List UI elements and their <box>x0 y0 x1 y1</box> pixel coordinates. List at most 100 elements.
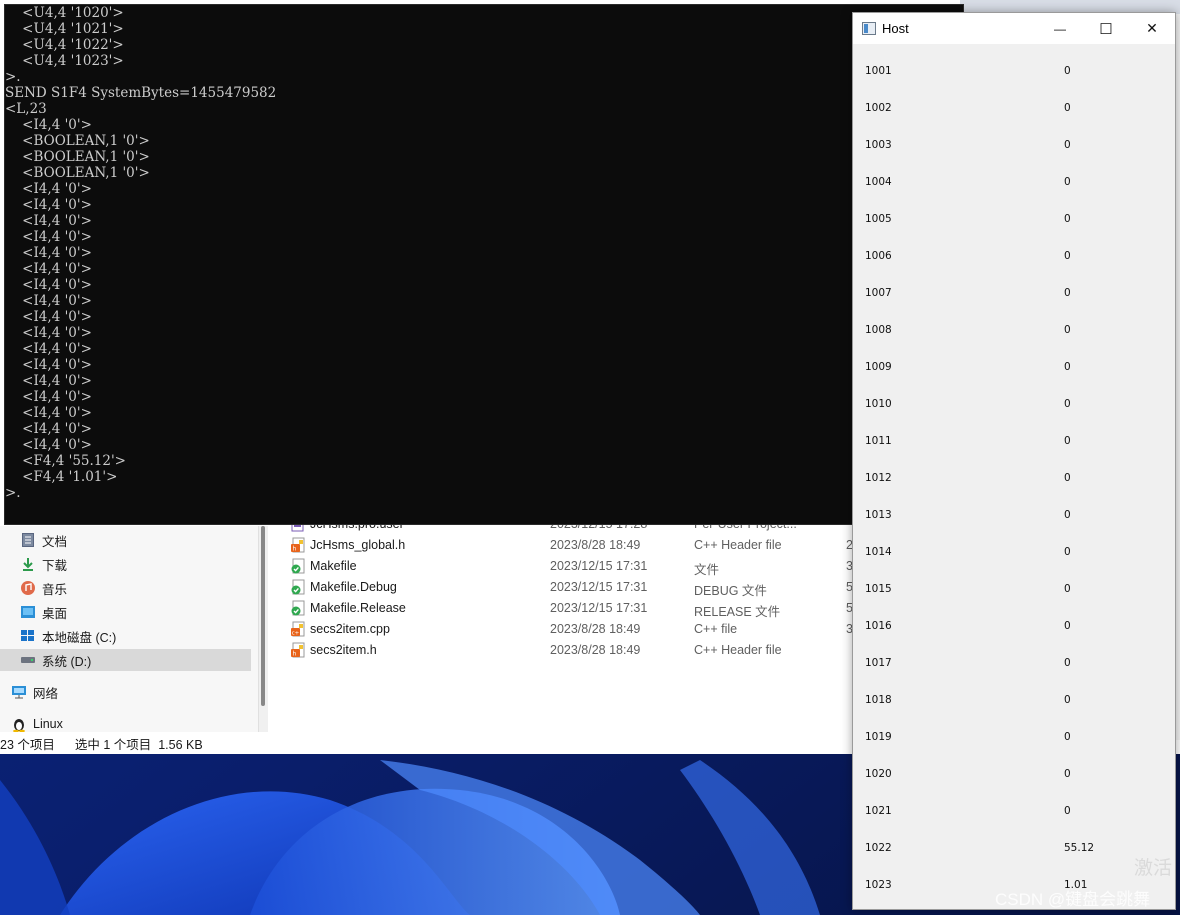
row-id: 1014 <box>865 546 892 558</box>
file-row[interactable]: c+ secs2item.cpp 2023/8/28 18:49 C++ fil… <box>288 619 858 640</box>
host-row: 1009 0 <box>865 361 1165 377</box>
row-id: 1009 <box>865 361 892 373</box>
row-value: 0 <box>1064 250 1071 262</box>
nav-scrollbar-thumb[interactable] <box>261 526 265 706</box>
host-window: Host — ☐ ✕ 1001 0 1002 0 1003 0 1004 0 1005 0 1006… <box>852 12 1176 910</box>
row-id: 1004 <box>865 176 892 188</box>
host-row: 1015 0 <box>865 583 1165 599</box>
host-row: 1010 0 <box>865 398 1165 414</box>
download-icon <box>20 556 36 572</box>
row-id: 1013 <box>865 509 892 521</box>
file-type: C++ file <box>694 622 738 636</box>
host-row: 1020 0 <box>865 768 1165 784</box>
windows-drive-icon <box>20 628 36 644</box>
app-window-icon <box>862 22 876 35</box>
console-line: <F4,4 '55.12'> <box>5 453 126 469</box>
nav-item-desktop[interactable]: 桌面 <box>0 601 251 623</box>
file-type: C++ Header file <box>694 538 782 552</box>
nav-item-drive-d[interactable]: 系统 (D:) <box>0 649 251 671</box>
console-line: <I4,4 '0'> <box>5 309 92 325</box>
svg-text:h: h <box>293 651 297 658</box>
host-row: 1003 0 <box>865 139 1165 155</box>
row-id: 1011 <box>865 435 892 447</box>
console-line: <U4,4 '1023'> <box>5 53 124 69</box>
drive-icon <box>20 652 36 668</box>
row-id: 1018 <box>865 694 892 706</box>
nav-scrollbar[interactable] <box>258 526 268 732</box>
host-row: 1008 0 <box>865 324 1165 340</box>
console-window[interactable]: <U4,4 '1020'> <U4,4 '1021'> <U4,4 '1022'… <box>4 4 964 525</box>
row-value: 0 <box>1064 657 1071 669</box>
row-value: 0 <box>1064 805 1071 817</box>
maximize-icon: ☐ <box>1099 20 1113 38</box>
console-line: <I4,4 '0'> <box>5 229 92 245</box>
console-line: <I4,4 '0'> <box>5 389 92 405</box>
file-name: secs2item.cpp <box>310 622 390 636</box>
nav-label: 音乐 <box>42 582 68 597</box>
console-line: <I4,4 '0'> <box>5 197 92 213</box>
row-value: 0 <box>1064 398 1071 410</box>
file-name: JcHsms_global.h <box>310 538 406 552</box>
row-value: 0 <box>1064 139 1071 151</box>
row-id: 1020 <box>865 768 892 780</box>
music-icon <box>20 580 36 596</box>
console-line: <BOOLEAN,1 '0'> <box>5 133 150 149</box>
row-value: 0 <box>1064 213 1071 225</box>
file-date: 2023/8/28 18:49 <box>550 622 641 636</box>
makefile-icon <box>290 600 306 616</box>
nav-label: 下载 <box>42 558 68 573</box>
console-line: <U4,4 '1020'> <box>5 5 124 21</box>
makefile-icon <box>290 579 306 595</box>
host-row: 1002 0 <box>865 102 1165 118</box>
host-row: 1022 55.12 <box>865 842 1165 858</box>
nav-label: 文档 <box>42 534 68 549</box>
row-id: 1023 <box>865 879 892 891</box>
console-line: >. <box>5 485 21 501</box>
file-row[interactable]: Makefile.Debug 2023/12/15 17:31 DEBUG 文件… <box>288 577 858 598</box>
host-row: 1011 0 <box>865 435 1165 451</box>
row-id: 1015 <box>865 583 892 595</box>
host-row: 1017 0 <box>865 657 1165 673</box>
file-row[interactable]: h JcHsms_global.h 2023/8/28 18:49 C++ He… <box>288 535 858 556</box>
row-id: 1008 <box>865 324 892 336</box>
activation-watermark: 激活 <box>1134 858 1173 879</box>
console-line: <I4,4 '0'> <box>5 117 92 133</box>
row-value: 0 <box>1064 65 1071 77</box>
file-type: RELEASE 文件 <box>694 605 781 619</box>
document-icon <box>20 532 36 548</box>
row-id: 1017 <box>865 657 892 669</box>
console-line: <BOOLEAN,1 '0'> <box>5 165 150 181</box>
console-line: <I4,4 '0'> <box>5 213 92 229</box>
nav-item-music[interactable]: 音乐 <box>0 577 251 599</box>
window-title: Host <box>882 21 909 36</box>
console-line: <I4,4 '0'> <box>5 293 92 309</box>
nav-item-documents[interactable]: 文档 <box>0 529 251 551</box>
host-row: 1016 0 <box>865 620 1165 636</box>
network-icon <box>11 684 27 700</box>
file-row[interactable]: Makefile 2023/12/15 17:31 文件 3 <box>288 556 858 577</box>
maximize-button[interactable]: ☐ <box>1083 13 1129 44</box>
console-line: <I4,4 '0'> <box>5 181 92 197</box>
nav-item-drive-c[interactable]: 本地磁盘 (C:) <box>0 625 251 647</box>
row-value: 0 <box>1064 509 1071 521</box>
minimize-button[interactable]: — <box>1037 13 1083 44</box>
host-row: 1021 0 <box>865 805 1165 821</box>
file-type: DEBUG 文件 <box>694 584 767 598</box>
console-line: SEND S1F4 SystemBytes=1455479582 <box>5 85 277 101</box>
selection-info: 选中 1 个项目 1.56 KB <box>74 737 203 752</box>
host-title-bar[interactable]: Host — ☐ ✕ <box>853 13 1175 44</box>
row-value: 0 <box>1064 102 1071 114</box>
file-row[interactable]: h secs2item.h 2023/8/28 18:49 C++ Header… <box>288 640 858 661</box>
csdn-watermark: CSDN @键盘会跳舞 <box>995 890 1151 909</box>
file-row[interactable]: Makefile.Release 2023/12/15 17:31 RELEAS… <box>288 598 858 619</box>
file-name: Makefile.Release <box>310 601 406 615</box>
console-line: <I4,4 '0'> <box>5 325 92 341</box>
console-line: >. <box>5 69 21 85</box>
nav-item-downloads[interactable]: 下载 <box>0 553 251 575</box>
close-button[interactable]: ✕ <box>1129 13 1175 44</box>
svg-text:c+: c+ <box>292 631 300 637</box>
console-line: <L,23 <box>5 101 47 117</box>
nav-item-network[interactable]: 网络 <box>0 681 251 703</box>
host-row: 1019 0 <box>865 731 1165 747</box>
row-value: 0 <box>1064 731 1071 743</box>
